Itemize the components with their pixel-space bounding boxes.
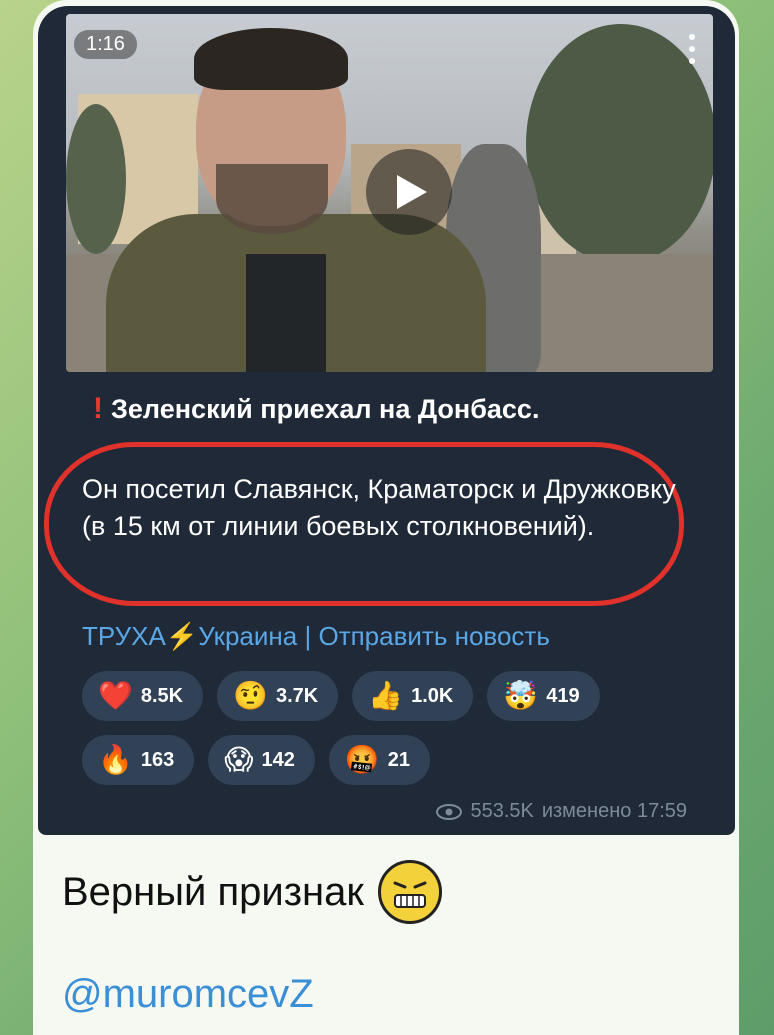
send-news-link[interactable]: Отправить новость — [318, 621, 549, 651]
post-meta: 553.5K изменено 17:59 — [436, 800, 687, 823]
lightning-icon: ⚡ — [165, 621, 199, 651]
post-links: ТРУХА⚡Украина | Отправить новость — [82, 621, 550, 652]
grimacing-face-icon — [377, 860, 442, 924]
telegram-post-screenshot: 1:16 ! Зеленский приехал на Донбасс. Он … — [38, 6, 735, 835]
tree — [66, 104, 126, 254]
view-count: 553.5K — [470, 800, 534, 822]
user-handle[interactable]: @muromcevZ — [62, 972, 314, 1017]
exclamation-icon: ! — [93, 392, 103, 425]
reaction-count: 419 — [546, 684, 580, 707]
eye-icon — [436, 803, 463, 820]
person-beard — [216, 164, 328, 234]
reaction-chip[interactable]: ❤️ 8.5K — [82, 671, 204, 721]
country-link[interactable]: Украина — [198, 621, 297, 651]
post-body: Он посетил Славянск, Краматорск и Дружко… — [82, 474, 676, 541]
reaction-count: 21 — [387, 748, 410, 771]
reaction-chip[interactable]: 🔥 163 — [82, 735, 195, 785]
scream-icon: 😱 — [224, 743, 254, 776]
reaction-count: 142 — [261, 748, 295, 771]
channel-link[interactable]: ТРУХА — [82, 621, 166, 651]
post-title: ! Зеленский приехал на Донбасс. — [93, 392, 539, 426]
reaction-count: 3.7K — [276, 684, 319, 707]
thumbs-up-icon: 👍 — [368, 679, 404, 712]
post-title-text: Зеленский приехал на Донбасс. — [111, 393, 540, 424]
caption-text: Верный признак — [62, 869, 364, 914]
reaction-chip[interactable]: 🤬 21 — [328, 735, 430, 785]
reactions: ❤️ 8.5K 🤨 3.7K 👍 1.0K 🤯 419 🔥 163 😱 142 🤬 21 — [82, 671, 682, 799]
more-menu-icon[interactable] — [689, 34, 695, 70]
raised-eyebrow-icon: 🤨 — [233, 679, 268, 712]
reaction-chip[interactable]: 👍 1.0K — [352, 671, 474, 721]
play-button[interactable] — [366, 149, 452, 235]
reaction-chip[interactable]: 🤯 419 — [487, 671, 600, 721]
reaction-count: 8.5K — [140, 684, 184, 707]
reaction-chip[interactable]: 🤨 3.7K — [217, 671, 339, 721]
reactions-row: 🔥 163 😱 142 🤬 21 — [82, 735, 682, 785]
link-separator: | — [304, 621, 312, 651]
cursing-face-icon: 🤬 — [344, 743, 380, 776]
video-duration: 1:16 — [74, 30, 137, 59]
tweet-text: Верный признак — [62, 860, 442, 924]
video-thumbnail[interactable]: 1:16 — [66, 14, 713, 372]
fire-icon: 🔥 — [98, 743, 133, 776]
reaction-count: 163 — [140, 748, 175, 771]
reactions-row: ❤️ 8.5K 🤨 3.7K 👍 1.0K 🤯 419 — [82, 671, 682, 721]
tree — [526, 24, 713, 264]
play-icon — [397, 175, 427, 209]
reaction-count: 1.0K — [411, 684, 454, 707]
person-hair — [194, 28, 348, 90]
person-shirt — [246, 254, 326, 372]
heart-icon: ❤️ — [98, 679, 133, 712]
exploding-head-icon: 🤯 — [503, 679, 539, 712]
reaction-chip[interactable]: 😱 142 — [208, 735, 315, 785]
edited-time: изменено 17:59 — [541, 800, 687, 822]
